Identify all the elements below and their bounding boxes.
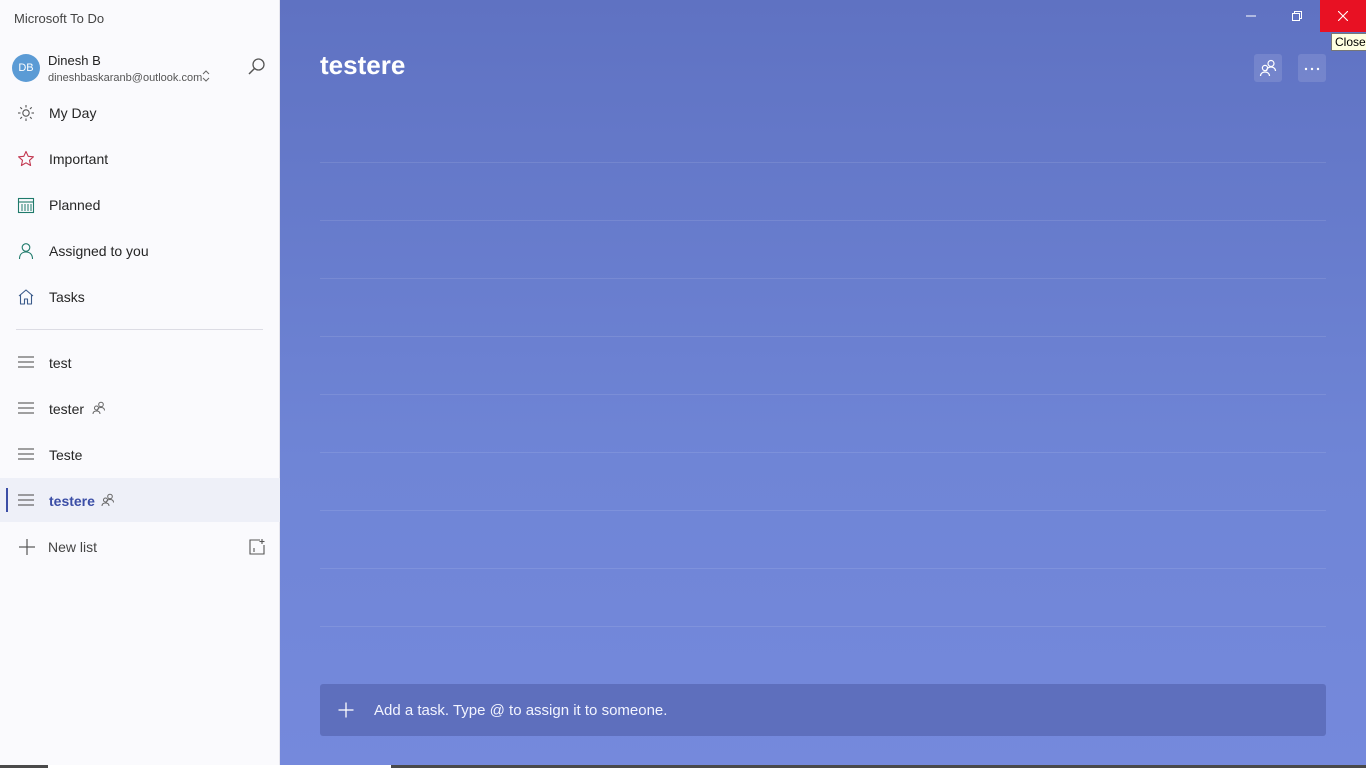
task-row-line [320,510,1326,511]
shared-people-icon [101,493,114,507]
account-name: Dinesh B [48,53,101,68]
list-item-label: test [49,355,72,371]
task-row-line [320,626,1326,627]
more-options-button[interactable] [1298,54,1326,82]
task-row-line [320,394,1326,395]
app-title: Microsoft To Do [14,11,105,26]
sidebar-item-label: Tasks [49,289,85,305]
person-icon [18,243,34,260]
list-item-label: tester [49,401,85,417]
task-row-line [320,162,1326,163]
close-button[interactable] [1320,0,1366,32]
list-item-active[interactable]: testere [0,478,280,522]
page-title: testere [320,50,406,80]
task-list-pane: testere Add a task. Type @ to assign it … [280,0,1366,768]
list-item-label: testere [49,493,95,509]
close-icon [1338,11,1348,21]
active-indicator [6,488,8,512]
sidebar-item-assigned[interactable]: Assigned to you [0,229,280,273]
sun-icon [18,105,34,121]
sidebar-item-label: Assigned to you [49,243,149,259]
sidebar-item-planned[interactable]: Planned [0,183,280,227]
sidebar-item-tasks[interactable]: Tasks [0,275,280,319]
shared-people-icon [92,401,105,415]
new-list-button[interactable]: New list [0,526,240,566]
sidebar-item-label: Planned [49,197,101,213]
avatar: DB [12,54,40,82]
star-icon [18,150,34,167]
calendar-icon [17,197,35,214]
add-task-input[interactable]: Add a task. Type @ to assign it to someo… [320,684,1326,736]
task-row-line [320,336,1326,337]
plus-icon [338,702,354,718]
home-icon [18,289,34,305]
divider [16,329,263,330]
shared-people-icon [1259,59,1277,77]
search-icon[interactable] [246,56,268,78]
new-list-label: New list [48,539,98,555]
new-group-icon[interactable] [248,538,266,556]
restore-button[interactable] [1274,0,1320,32]
sidebar-item-label: My Day [49,105,97,121]
plus-icon [19,539,35,555]
share-list-button[interactable] [1254,54,1282,82]
list-lines-icon [18,448,34,460]
task-row-line [320,568,1326,569]
more-horizontal-icon [1304,67,1320,71]
sidebar-item-my-day[interactable]: My Day [0,91,280,135]
account-switcher[interactable]: DB Dinesh B dineshbaskaranb@outlook.com [12,52,272,88]
list-lines-icon [18,402,34,414]
minimize-icon [1246,15,1256,17]
sidebar-item-important[interactable]: Important [0,137,280,181]
sidebar: Microsoft To Do DB Dinesh B dineshbaskar… [0,0,280,768]
account-email: dineshbaskaranb@outlook.com [48,72,203,84]
minimize-button[interactable] [1228,0,1274,32]
task-row-line [320,452,1326,453]
list-item[interactable]: test [0,340,280,384]
list-lines-icon [18,356,34,368]
list-item[interactable]: Teste [0,432,280,476]
add-task-placeholder: Add a task. Type @ to assign it to someo… [374,702,668,719]
list-lines-icon [18,494,34,506]
task-row-line [320,220,1326,221]
task-row-line [320,278,1326,279]
restore-icon [1292,11,1302,21]
list-item-label: Teste [49,447,83,463]
chevron-updown-icon [202,70,210,82]
close-tooltip: Close [1331,33,1366,51]
sidebar-item-label: Important [49,151,109,167]
list-item[interactable]: tester [0,386,280,430]
